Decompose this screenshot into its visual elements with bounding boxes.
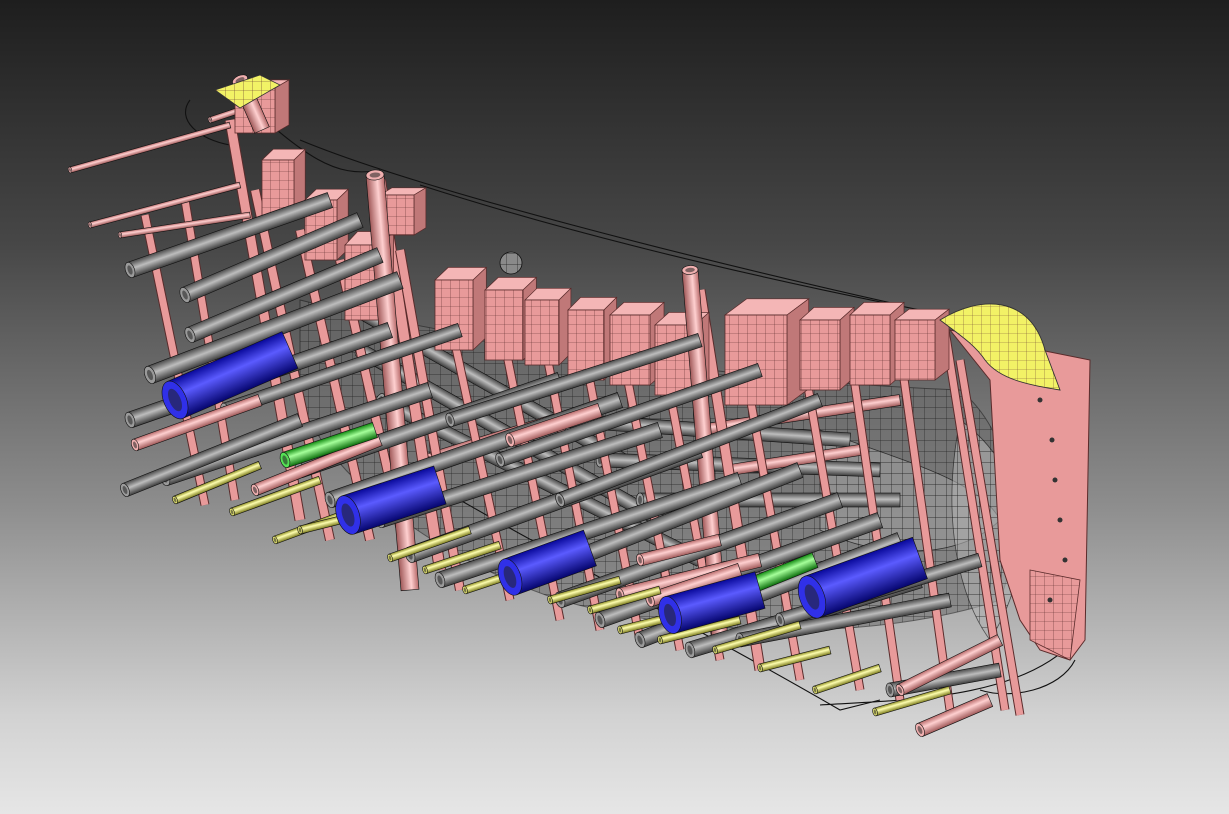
yellow-pipe <box>812 663 882 695</box>
bolt-hole <box>1037 397 1043 403</box>
fitting-box <box>723 298 810 406</box>
bolt-hole <box>1057 517 1063 523</box>
bolt-hole <box>1047 597 1053 603</box>
pink-rail <box>67 121 232 174</box>
bolt-hole <box>1062 557 1068 563</box>
3d-model-viewport[interactable] <box>0 0 1229 814</box>
bolt-hole <box>1049 437 1055 443</box>
bolt-hole <box>1052 477 1058 483</box>
fitting-box <box>524 287 572 366</box>
ship-hull-section-model[interactable] <box>0 0 1229 814</box>
grating-mesh <box>500 252 522 274</box>
fitting-box <box>799 306 855 391</box>
